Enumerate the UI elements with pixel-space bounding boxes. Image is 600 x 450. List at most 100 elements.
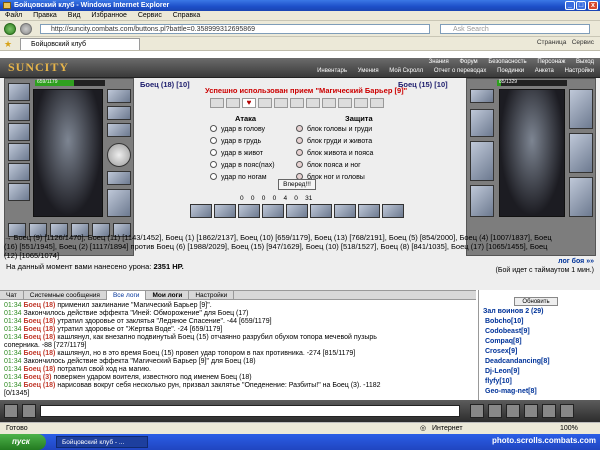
heart-technique-icon[interactable]: ♥ (242, 98, 256, 108)
pants-slot-icon[interactable] (8, 183, 30, 201)
start-button[interactable]: пуск (0, 434, 46, 450)
tab-all-logs[interactable]: Все логи (106, 291, 147, 300)
radio-icon[interactable] (210, 137, 217, 144)
radio-icon[interactable] (296, 137, 303, 144)
gloves-slot-icon[interactable] (107, 123, 131, 137)
nav-profile[interactable]: Анкета (535, 68, 554, 74)
scroll-button-3-icon[interactable] (238, 204, 260, 218)
attack-option[interactable]: удар в пояс(пах) (210, 161, 275, 171)
translit-icon[interactable] (506, 404, 520, 418)
ring-slot-icon[interactable] (107, 106, 131, 120)
scroll-button-8-icon[interactable] (358, 204, 380, 218)
search-input[interactable]: Ask Search (440, 24, 590, 34)
close-button[interactable]: x (588, 1, 598, 10)
player-item[interactable]: Deadcandancing[8] (485, 358, 550, 365)
nav-exit[interactable]: Выход (576, 59, 594, 65)
scroll-button-9-icon[interactable] (382, 204, 404, 218)
radio-icon[interactable] (210, 125, 217, 132)
scroll-button-7-icon[interactable] (334, 204, 356, 218)
attack-option[interactable]: удар в голову (210, 125, 265, 135)
radio-icon[interactable] (210, 161, 217, 168)
tab-combats[interactable]: Бойцовский клуб (20, 38, 140, 50)
left-player-name[interactable]: Боец (18) [10] (140, 80, 190, 89)
menu-tools[interactable]: Сервис (138, 12, 162, 19)
nav-scroll[interactable]: Мой Скролл (389, 68, 423, 74)
filter-icon[interactable] (542, 404, 556, 418)
radio-icon[interactable] (296, 161, 303, 168)
battle-log-link[interactable]: лог боя »» (558, 258, 594, 265)
nav-fights[interactable]: Поединки (497, 68, 524, 74)
taskbar-ie-window[interactable]: Бойцовский клуб - ... (56, 436, 148, 448)
nav-transfers[interactable]: Отчет о переводах (434, 68, 487, 74)
smiley-icon[interactable] (4, 404, 18, 418)
attack-option[interactable]: удар по ногам (210, 173, 267, 183)
scroll-button-1-icon[interactable] (190, 204, 212, 218)
defense-option[interactable]: блок головы и груди (296, 125, 372, 135)
nav-skills[interactable]: Умения (358, 68, 379, 74)
menu-file[interactable]: Файл (5, 12, 22, 19)
log-actor[interactable]: Боец (18) (23, 382, 55, 389)
page-menu[interactable]: Страница (537, 39, 566, 46)
scroll-button-5-icon[interactable] (286, 204, 308, 218)
player-item[interactable]: Crosex[9] (485, 348, 517, 355)
log-actor[interactable]: Боец (3) (23, 374, 51, 381)
radio-icon[interactable] (210, 149, 217, 156)
nav-inventory[interactable]: Инвентарь (317, 68, 347, 74)
log-actor[interactable]: Боец (18) (23, 334, 55, 341)
technique-slot-2[interactable] (226, 98, 240, 108)
address-input[interactable]: http://suncity.combats.com/buttons.pl?ba… (40, 24, 430, 34)
defense-option[interactable]: блок груди и живота (296, 137, 372, 147)
bracer-slot-icon[interactable] (107, 171, 131, 185)
technique-slot-1[interactable] (210, 98, 224, 108)
player-item[interactable]: Dj-Leon[9] (485, 368, 520, 375)
amulet-slot-icon[interactable] (8, 103, 30, 121)
player-item[interactable]: Compaq[8] (485, 338, 522, 345)
armor-slot-icon[interactable] (8, 143, 30, 161)
player-item[interactable]: flyfy[10] (485, 378, 512, 385)
minimize-button[interactable]: _ (565, 1, 575, 10)
nav-security[interactable]: Безопасность (488, 59, 526, 65)
log-actor[interactable]: Боец (18) (23, 350, 55, 357)
zoom-level[interactable]: 100% (560, 423, 578, 434)
tab-log-settings[interactable]: Настройки (189, 291, 235, 300)
log-actor[interactable]: Боец (18) (23, 326, 55, 333)
tab-chat[interactable]: Чат (0, 291, 24, 300)
nav-character[interactable]: Персонаж (537, 59, 565, 65)
boots-slot-icon[interactable] (107, 189, 131, 217)
maximize-button[interactable]: □ (576, 1, 586, 10)
helmet-slot-icon[interactable] (8, 83, 30, 101)
log-actor[interactable]: Боец (18) (23, 318, 55, 325)
technique-slot-11[interactable] (370, 98, 384, 108)
forward-icon[interactable] (20, 23, 32, 35)
nav-settings[interactable]: Настройки (565, 68, 594, 74)
radio-icon[interactable] (296, 125, 303, 132)
log-actor[interactable]: Боец (18) (23, 302, 55, 309)
technique-slot-7[interactable] (306, 98, 320, 108)
technique-slot-8[interactable] (322, 98, 336, 108)
technique-slot-5[interactable] (274, 98, 288, 108)
chat-input[interactable] (40, 405, 460, 417)
scroll-button-4-icon[interactable] (262, 204, 284, 218)
send-icon[interactable] (470, 404, 484, 418)
defense-option[interactable]: блок живота и пояса (296, 149, 373, 159)
attack-option[interactable]: удар в грудь (210, 137, 261, 147)
sound-icon[interactable] (524, 404, 538, 418)
menu-help[interactable]: Справка (173, 12, 200, 19)
attack-option[interactable]: удар в живот (210, 149, 263, 159)
exit-icon[interactable] (560, 404, 574, 418)
favorites-star-icon[interactable]: ★ (4, 39, 12, 50)
earring-slot-icon[interactable] (107, 89, 131, 103)
player-item[interactable]: Geo-mag-net[8] (485, 388, 537, 395)
technique-slot-6[interactable] (290, 98, 304, 108)
technique-slot-4[interactable] (258, 98, 272, 108)
scroll-button-2-icon[interactable] (214, 204, 236, 218)
chat-input-icon[interactable] (22, 404, 36, 418)
weapon-slot-icon[interactable] (8, 123, 30, 141)
defense-option[interactable]: блок пояса и ног (296, 161, 361, 171)
menu-view[interactable]: Вид (68, 12, 81, 19)
scroll-button-6-icon[interactable] (310, 204, 332, 218)
update-button[interactable]: Обновить (514, 297, 558, 306)
tools-menu[interactable]: Сервис (572, 39, 594, 46)
tab-my-logs[interactable]: Мои логи (146, 291, 190, 300)
radio-icon[interactable] (296, 149, 303, 156)
